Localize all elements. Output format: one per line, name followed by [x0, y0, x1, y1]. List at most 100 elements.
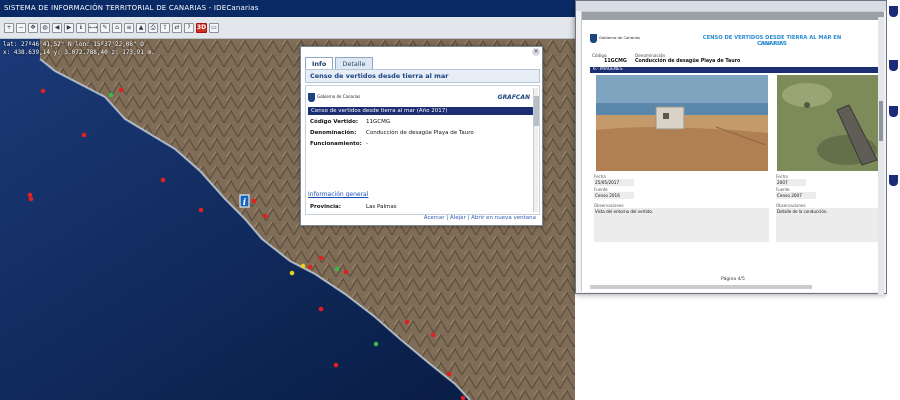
doc-codigo-value: 11GCMG	[604, 59, 627, 64]
shield-icon	[308, 92, 315, 102]
forward-icon[interactable]: ▶	[64, 22, 74, 33]
zoom-out-icon[interactable]: −	[16, 22, 26, 33]
shield-icon	[889, 106, 898, 117]
print-icon[interactable]: ⎙	[148, 22, 158, 33]
map-point-yellow[interactable]	[300, 263, 306, 269]
photo-vertido-entorno	[596, 75, 768, 171]
map-point-red[interactable]	[27, 192, 33, 198]
popup-close-button[interactable]: ×	[532, 48, 540, 56]
document-page: Gobierno de Canarias CENSO DE VERTIDOS D…	[582, 12, 884, 292]
document-page-header-band	[582, 12, 884, 20]
map-toolbar: + − ✥ ◍ ◀ ▶ ℹ ⟷ ✎ ⌂ ≡ ▲ ⎙ ⇪ ⇄? 3D ▭	[0, 17, 575, 39]
popup-field-row: Denominación: Conducción de desagüe Playa…	[310, 130, 532, 136]
doc-right-fuente-value: Censo 2007	[776, 192, 816, 199]
popup-footer-links[interactable]: Acercar | Alejar | Abrir en nueva ventan…	[424, 215, 536, 221]
map-point-red[interactable]	[333, 362, 339, 368]
draw-icon[interactable]: ✎	[100, 22, 110, 33]
terrain-icon[interactable]: ▲	[136, 22, 146, 33]
popup-field-row: Código Vertido: 11GCMG	[310, 119, 532, 125]
map-point-red[interactable]	[307, 264, 313, 270]
doc-page-indicator: Página 4/5	[721, 277, 745, 282]
popup-body[interactable]: Gobierno de Canarias GRAFCAN Censo de ve…	[305, 85, 540, 215]
doc-logo-text: Gobierno de Canarias	[599, 35, 641, 41]
popup-field-label: Funcionamiento:	[310, 141, 362, 147]
document-window-titlebar[interactable]	[576, 1, 886, 11]
map-point-green[interactable]	[373, 341, 379, 347]
doc-denominacion-value: Conducción de desagüe Playa de Tauro	[635, 59, 741, 64]
map-point-red[interactable]	[251, 198, 257, 204]
map-point-red[interactable]	[343, 269, 349, 275]
info-general-link[interactable]: Información general	[308, 191, 368, 198]
doc-gobierno-logo: Gobierno de Canarias	[590, 34, 640, 43]
doc-codigo-label: Código	[592, 53, 607, 58]
three-d-icon[interactable]: 3D	[196, 22, 207, 33]
info-icon[interactable]: ℹ	[76, 22, 86, 33]
home-icon[interactable]: ⌂	[112, 22, 122, 33]
doc-year: 2016-2017	[759, 42, 785, 47]
popup-field-row: Provincia: Las Palmas	[310, 204, 532, 210]
zoom-in-icon[interactable]: +	[4, 22, 14, 33]
pan-icon[interactable]: ✥	[28, 22, 38, 33]
doc-denominacion-label: Denominación	[635, 53, 666, 58]
popup-field-value: Las Palmas	[366, 204, 397, 210]
map-info-marker[interactable]: i	[239, 194, 250, 208]
window-icon[interactable]: ▭	[209, 22, 219, 33]
map-point-green[interactable]	[108, 92, 114, 98]
doc-left-fecha-value: 25/05/2017	[594, 179, 634, 186]
svg-text:i: i	[243, 198, 247, 208]
export-icon[interactable]: ⇪	[160, 22, 170, 33]
map-point-red[interactable]	[430, 332, 436, 338]
feature-info-popup: × Info Detalle Censo de vertidos desde t…	[300, 46, 543, 226]
popup-doc-top: Gobierno de Canarias GRAFCAN	[308, 88, 530, 106]
gobierno-logo-text: Gobierno de Canarias	[317, 93, 361, 99]
map-point-red[interactable]	[262, 213, 268, 219]
doc-images-section-bar: 6.- IMÁGENES	[590, 67, 882, 73]
back-icon[interactable]: ◀	[52, 22, 62, 33]
globe-icon[interactable]: ◍	[40, 22, 50, 33]
document-viewer[interactable]: Gobierno de Canarias CENSO DE VERTIDOS D…	[581, 11, 884, 292]
map-point-red[interactable]	[446, 371, 452, 377]
doc-right-fecha-value: 2007	[776, 179, 806, 186]
map-point-red[interactable]	[40, 88, 46, 94]
app-title: SISTEMA DE INFORMACIÓN TERRITORIAL DE CA…	[4, 4, 259, 12]
help-icon[interactable]: ?	[184, 22, 194, 33]
popup-field-label: Denominación:	[310, 130, 357, 136]
doc-vertical-scrollbar[interactable]	[878, 17, 884, 295]
doc-right-obs-value: Detalle de la conducción.	[776, 208, 881, 242]
shield-icon	[889, 60, 898, 71]
map-point-red[interactable]	[318, 255, 324, 261]
doc-vertical-scroll-thumb[interactable]	[879, 101, 883, 141]
popup-field-value: 11GCMG	[366, 119, 391, 125]
coordinates-readout: lat: 27º46'41,52" N lon: 15º37'22,08" O …	[3, 41, 155, 57]
right-side-strip	[887, 0, 900, 400]
map-point-red[interactable]	[160, 177, 166, 183]
popup-field-row: Funcionamiento: -	[310, 141, 532, 147]
measure-icon[interactable]: ⟷	[88, 22, 98, 33]
map-point-yellow[interactable]	[289, 270, 295, 276]
grafcan-logo: GRAFCAN	[497, 93, 530, 101]
map-point-red[interactable]	[318, 306, 324, 312]
shield-icon	[889, 175, 898, 186]
shield-icon	[590, 34, 597, 43]
popup-field-value: Conducción de desagüe Playa de Tauro	[366, 130, 474, 136]
doc-horizontal-scrollbar[interactable]	[590, 285, 812, 289]
map-point-red[interactable]	[118, 87, 124, 93]
doc-left-obs-value: Vista del entorno del vertido.	[594, 208, 769, 242]
map-point-green[interactable]	[334, 266, 340, 272]
share-icon[interactable]: ⇄	[172, 22, 182, 33]
photo-conduccion-detalle	[777, 75, 884, 171]
map-point-red[interactable]	[404, 319, 410, 325]
popup-field-label: Provincia:	[310, 204, 341, 210]
layers-icon[interactable]: ≡	[124, 22, 134, 33]
popup-doc-bar: Censo de vertidos desde tierra al mar (A…	[308, 107, 534, 115]
popup-scroll-thumb[interactable]	[534, 96, 539, 126]
gobierno-logo: Gobierno de Canarias	[308, 92, 361, 102]
popup-field-value: -	[366, 141, 368, 147]
shield-icon	[889, 6, 898, 17]
map-point-red[interactable]	[28, 196, 34, 202]
doc-left-fuente-value: Censo 2016	[594, 192, 634, 199]
map-point-red[interactable]	[81, 132, 87, 138]
coordinates-line-2: x: 438.639,14 y: 3.072.788,40 z: 173,91 …	[3, 49, 155, 56]
map-point-red[interactable]	[198, 207, 204, 213]
popup-header: Censo de vertidos desde tierra al mar	[305, 69, 540, 83]
